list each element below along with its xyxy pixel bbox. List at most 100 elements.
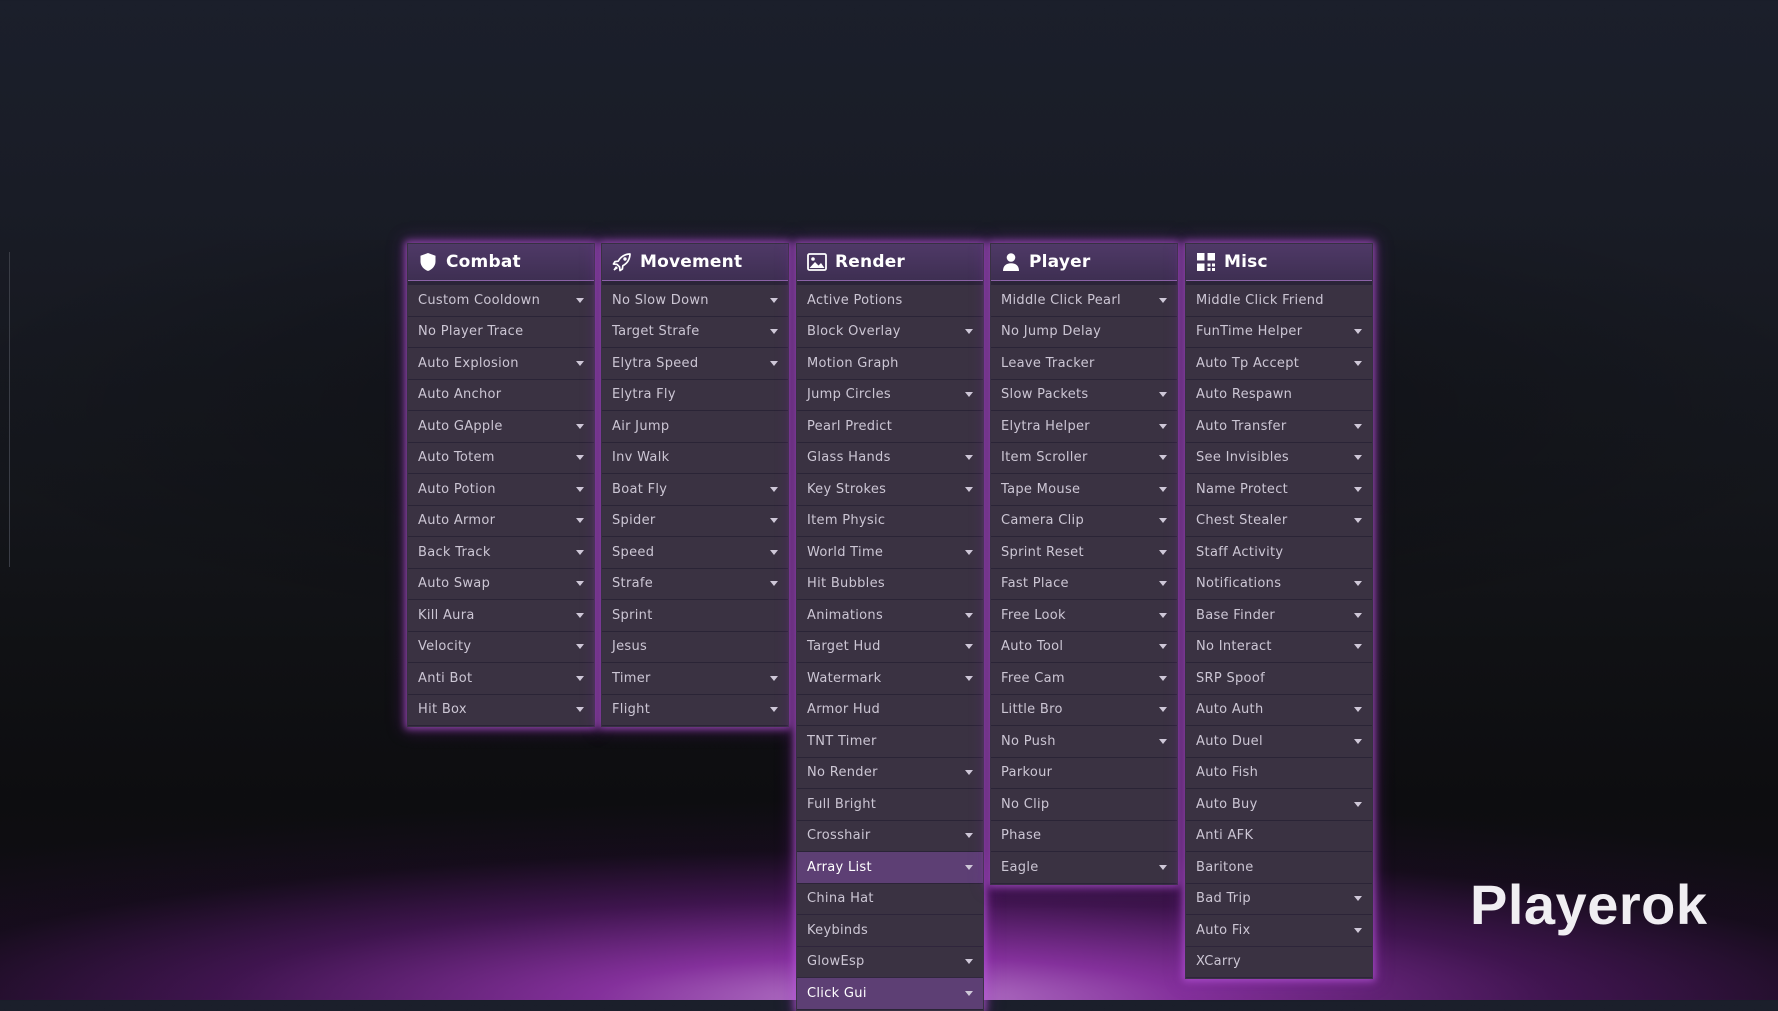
chevron-down-icon[interactable]	[965, 864, 973, 870]
module-auto-transfer[interactable]: Auto Transfer	[1186, 411, 1372, 442]
module-parkour[interactable]: Parkour	[991, 757, 1177, 788]
chevron-down-icon[interactable]	[965, 833, 973, 839]
module-anti-bot[interactable]: Anti Bot	[408, 663, 594, 694]
chevron-down-icon[interactable]	[770, 549, 778, 555]
chevron-down-icon[interactable]	[576, 581, 584, 587]
module-auto-armor[interactable]: Auto Armor	[408, 505, 594, 536]
chevron-down-icon[interactable]	[576, 360, 584, 366]
chevron-down-icon[interactable]	[770, 297, 778, 303]
module-srp-spoof[interactable]: SRP Spoof	[1186, 663, 1372, 694]
chevron-down-icon[interactable]	[1159, 392, 1167, 398]
module-flight[interactable]: Flight	[602, 694, 788, 725]
module-auto-auth[interactable]: Auto Auth	[1186, 694, 1372, 725]
chevron-down-icon[interactable]	[576, 675, 584, 681]
module-slow-packets[interactable]: Slow Packets	[991, 379, 1177, 410]
module-speed[interactable]: Speed	[602, 537, 788, 568]
chevron-down-icon[interactable]	[965, 990, 973, 996]
module-tnt-timer[interactable]: TNT Timer	[797, 726, 983, 757]
module-base-finder[interactable]: Base Finder	[1186, 600, 1372, 631]
chevron-down-icon[interactable]	[1354, 612, 1362, 618]
module-hit-box[interactable]: Hit Box	[408, 694, 594, 725]
panel-header-player[interactable]: Player	[991, 244, 1177, 281]
module-boat-fly[interactable]: Boat Fly	[602, 474, 788, 505]
module-auto-respawn[interactable]: Auto Respawn	[1186, 379, 1372, 410]
chevron-down-icon[interactable]	[770, 486, 778, 492]
chevron-down-icon[interactable]	[965, 644, 973, 650]
chevron-down-icon[interactable]	[1354, 644, 1362, 650]
module-see-invisibles[interactable]: See Invisibles	[1186, 442, 1372, 473]
chevron-down-icon[interactable]	[770, 360, 778, 366]
module-auto-gapple[interactable]: Auto GApple	[408, 411, 594, 442]
chevron-down-icon[interactable]	[1354, 455, 1362, 461]
chevron-down-icon[interactable]	[576, 423, 584, 429]
module-strafe[interactable]: Strafe	[602, 568, 788, 599]
module-no-jump-delay[interactable]: No Jump Delay	[991, 316, 1177, 347]
chevron-down-icon[interactable]	[576, 612, 584, 618]
module-auto-swap[interactable]: Auto Swap	[408, 568, 594, 599]
module-world-time[interactable]: World Time	[797, 537, 983, 568]
chevron-down-icon[interactable]	[965, 959, 973, 965]
module-no-render[interactable]: No Render	[797, 757, 983, 788]
module-hit-bubbles[interactable]: Hit Bubbles	[797, 568, 983, 599]
chevron-down-icon[interactable]	[1354, 801, 1362, 807]
chevron-down-icon[interactable]	[965, 675, 973, 681]
module-back-track[interactable]: Back Track	[408, 537, 594, 568]
module-timer[interactable]: Timer	[602, 663, 788, 694]
module-array-list[interactable]: Array List	[797, 852, 983, 883]
module-glass-hands[interactable]: Glass Hands	[797, 442, 983, 473]
module-watermark[interactable]: Watermark	[797, 663, 983, 694]
module-auto-explosion[interactable]: Auto Explosion	[408, 348, 594, 379]
module-crosshair[interactable]: Crosshair	[797, 820, 983, 851]
module-target-strafe[interactable]: Target Strafe	[602, 316, 788, 347]
chevron-down-icon[interactable]	[576, 549, 584, 555]
module-no-clip[interactable]: No Clip	[991, 789, 1177, 820]
module-eagle[interactable]: Eagle	[991, 852, 1177, 883]
module-anti-afk[interactable]: Anti AFK	[1186, 820, 1372, 851]
chevron-down-icon[interactable]	[1354, 329, 1362, 335]
chevron-down-icon[interactable]	[576, 486, 584, 492]
module-name-protect[interactable]: Name Protect	[1186, 474, 1372, 505]
chevron-down-icon[interactable]	[965, 329, 973, 335]
panel-header-movement[interactable]: Movement	[602, 244, 788, 281]
chevron-down-icon[interactable]	[770, 675, 778, 681]
module-sprint-reset[interactable]: Sprint Reset	[991, 537, 1177, 568]
module-auto-fish[interactable]: Auto Fish	[1186, 757, 1372, 788]
module-auto-totem[interactable]: Auto Totem	[408, 442, 594, 473]
chevron-down-icon[interactable]	[576, 455, 584, 461]
chevron-down-icon[interactable]	[1354, 423, 1362, 429]
module-motion-graph[interactable]: Motion Graph	[797, 348, 983, 379]
chevron-down-icon[interactable]	[576, 644, 584, 650]
module-leave-tracker[interactable]: Leave Tracker	[991, 348, 1177, 379]
module-xcarry[interactable]: XCarry	[1186, 946, 1372, 977]
module-camera-clip[interactable]: Camera Clip	[991, 505, 1177, 536]
module-auto-tp-accept[interactable]: Auto Tp Accept	[1186, 348, 1372, 379]
chevron-down-icon[interactable]	[770, 518, 778, 524]
panel-header-render[interactable]: Render	[797, 244, 983, 281]
module-key-strokes[interactable]: Key Strokes	[797, 474, 983, 505]
module-middle-click-pearl[interactable]: Middle Click Pearl	[991, 285, 1177, 316]
module-auto-fix[interactable]: Auto Fix	[1186, 915, 1372, 946]
chevron-down-icon[interactable]	[1354, 896, 1362, 902]
chevron-down-icon[interactable]	[1159, 518, 1167, 524]
module-china-hat[interactable]: China Hat	[797, 883, 983, 914]
chevron-down-icon[interactable]	[1159, 644, 1167, 650]
chevron-down-icon[interactable]	[1159, 297, 1167, 303]
chevron-down-icon[interactable]	[965, 392, 973, 398]
module-chest-stealer[interactable]: Chest Stealer	[1186, 505, 1372, 536]
module-bad-trip[interactable]: Bad Trip	[1186, 883, 1372, 914]
module-item-physic[interactable]: Item Physic	[797, 505, 983, 536]
chevron-down-icon[interactable]	[770, 707, 778, 713]
chevron-down-icon[interactable]	[1159, 455, 1167, 461]
module-keybinds[interactable]: Keybinds	[797, 915, 983, 946]
module-no-slow-down[interactable]: No Slow Down	[602, 285, 788, 316]
module-phase[interactable]: Phase	[991, 820, 1177, 851]
module-full-bright[interactable]: Full Bright	[797, 789, 983, 820]
module-block-overlay[interactable]: Block Overlay	[797, 316, 983, 347]
chevron-down-icon[interactable]	[965, 486, 973, 492]
module-click-gui[interactable]: Click Gui	[797, 978, 983, 1009]
chevron-down-icon[interactable]	[1354, 581, 1362, 587]
module-notifications[interactable]: Notifications	[1186, 568, 1372, 599]
module-spider[interactable]: Spider	[602, 505, 788, 536]
module-inv-walk[interactable]: Inv Walk	[602, 442, 788, 473]
chevron-down-icon[interactable]	[1159, 549, 1167, 555]
